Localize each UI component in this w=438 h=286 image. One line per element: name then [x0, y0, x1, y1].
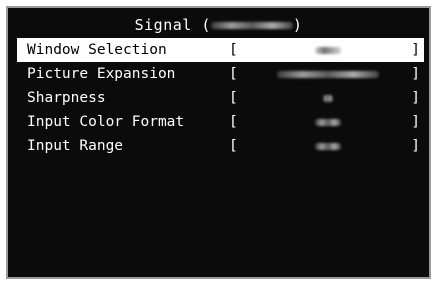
obscured-value [245, 38, 410, 62]
menu-item-label: Picture Expansion [27, 66, 176, 82]
obscured-value [245, 134, 410, 158]
value-bracket-open: [ [229, 114, 238, 130]
value-bracket-close: ] [411, 66, 420, 82]
value-bracket-close: ] [411, 138, 420, 154]
menu-item-window-selection[interactable]: Window Selection [ ] [17, 38, 424, 62]
menu-item-label: Window Selection [27, 42, 167, 58]
value-bracket-open: [ [229, 90, 238, 106]
menu-item-label: Input Range [27, 138, 124, 154]
menu-item-input-color-format[interactable]: Input Color Format [ ] [17, 110, 424, 134]
obscured-value [245, 86, 410, 110]
obscured-value [245, 110, 410, 134]
value-bracket-open: [ [229, 42, 238, 58]
menu-item-label: Input Color Format [27, 114, 185, 130]
value-bracket-close: ] [411, 114, 420, 130]
osd-menu-panel: Signal () Window Selection [ ] Picture E… [6, 6, 431, 279]
value-bracket-close: ] [411, 90, 420, 106]
value-bracket-close: ] [411, 42, 420, 58]
obscured-title-text [210, 22, 293, 29]
menu-item-picture-expansion[interactable]: Picture Expansion [ ] [17, 62, 424, 86]
menu-item-label: Sharpness [27, 90, 106, 106]
value-bracket-open: [ [229, 66, 238, 82]
menu-item-input-range[interactable]: Input Range [ ] [17, 134, 424, 158]
value-bracket-open: [ [229, 138, 238, 154]
menu-list: Window Selection [ ] Picture Expansion [… [17, 38, 424, 158]
menu-title-text: Signal ( [134, 16, 211, 34]
obscured-value [245, 62, 410, 86]
menu-title-suffix: ) [292, 16, 303, 34]
menu-item-sharpness[interactable]: Sharpness [ ] [17, 86, 424, 110]
menu-title: Signal () [8, 13, 429, 37]
